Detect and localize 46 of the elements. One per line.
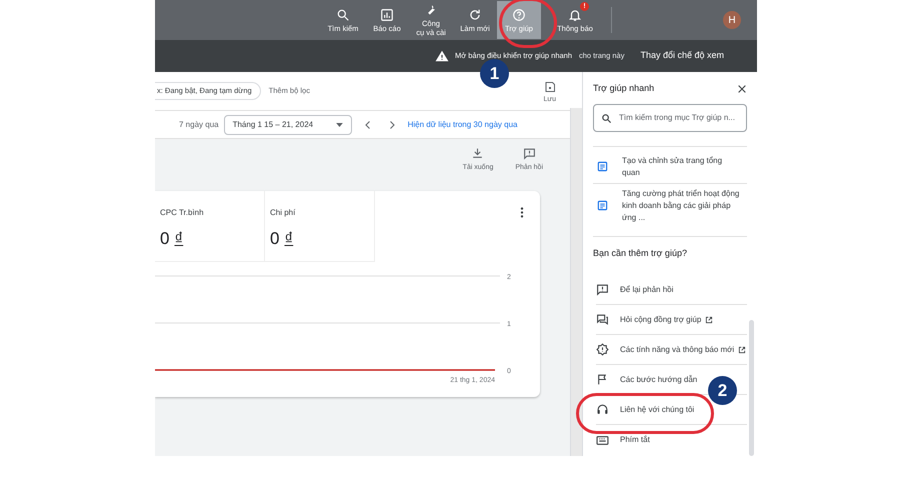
search-icon — [601, 112, 612, 124]
keyboard-icon — [596, 434, 609, 446]
scrollbar[interactable] — [749, 320, 754, 456]
view-mode-button[interactable]: Thay đổi chế độ xem — [640, 49, 724, 63]
help-link[interactable]: Hỏi cộng đồng trợ giúp — [596, 313, 714, 326]
warning-icon — [435, 49, 449, 63]
search-icon — [336, 8, 350, 22]
metric-label: CPC Tr.bình — [160, 207, 205, 219]
article-link[interactable]: Tăng cường phát triển hoạt động kinh doanh bằng các giải pháp ứng ... — [622, 188, 742, 224]
article-link[interactable]: Tạo và chỉnh sửa trang tổng quan — [622, 154, 742, 178]
date-dropdown[interactable]: Tháng 1 15 – 21, 2024 — [224, 114, 352, 134]
search-field[interactable]: Tìm kiếm trong mục Trợ giúp n... — [593, 104, 747, 132]
download-icon — [471, 147, 484, 160]
metric-value: 0 ₫ — [160, 228, 184, 250]
feedback-icon — [596, 283, 609, 296]
bell-icon — [568, 8, 582, 22]
metric-value: 0 ₫ — [270, 228, 294, 250]
section-title: Bạn cần thêm trợ giúp? — [593, 246, 688, 260]
feedback-icon — [522, 147, 536, 160]
metric-tile[interactable]: Chi phí 0 ₫ — [265, 191, 375, 262]
save-icon — [544, 80, 556, 93]
avatar[interactable]: H — [723, 11, 741, 29]
metric-label: Chi phí — [270, 207, 296, 219]
help-link[interactable]: Liên hệ với chúng tôi — [596, 403, 694, 416]
link[interactable]: Hiện dữ liệu trong 30 ngày qua — [408, 118, 518, 130]
range-label: 7 ngày qua — [179, 118, 219, 130]
help-link[interactable]: Phím tắt — [596, 434, 650, 446]
headset-icon — [596, 403, 609, 416]
chat-icon — [596, 313, 609, 326]
document-icon — [597, 161, 608, 172]
scrollbar[interactable] — [570, 108, 582, 456]
bar-chart-icon — [380, 8, 394, 22]
metric-tile[interactable]: CPC Tr.bình 0 ₫ — [155, 191, 265, 262]
help-link[interactable]: Các tính năng và thông báo mới — [596, 343, 746, 356]
badge-icon — [596, 343, 609, 356]
flag-icon — [596, 373, 609, 386]
document-icon — [597, 200, 608, 211]
help-link[interactable]: Các bước hướng dẫn — [596, 373, 698, 386]
help-link[interactable]: Để lại phản hồi — [596, 283, 674, 296]
caret-icon — [336, 122, 343, 126]
refresh-icon — [468, 8, 482, 22]
panel-title: Trợ giúp nhanh — [593, 82, 654, 95]
help-icon — [512, 8, 526, 22]
more-options-icon[interactable] — [520, 207, 524, 218]
highlight-ring — [499, 0, 557, 48]
close-icon[interactable] — [737, 84, 747, 94]
